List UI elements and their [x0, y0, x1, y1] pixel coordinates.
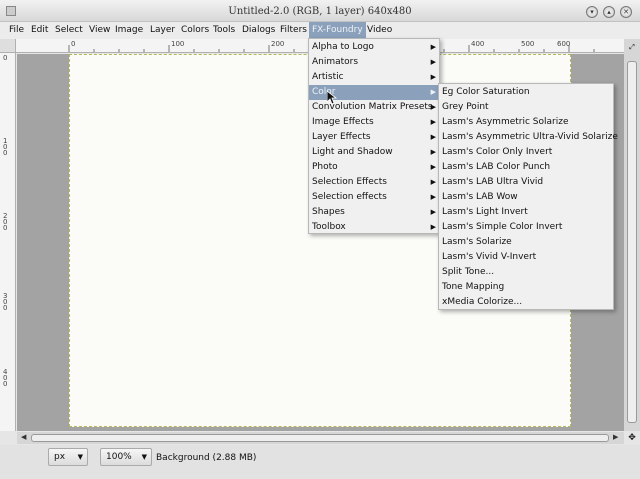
menu-layer[interactable]: Layer — [150, 25, 175, 35]
horizontal-scrollbar[interactable]: ◀ ▶ — [17, 432, 624, 444]
ruler-label-200: 200 — [271, 40, 285, 48]
mouse-pointer-icon — [327, 91, 337, 105]
menu-item-shapes[interactable]: Shapes ▶ — [309, 205, 439, 220]
zoom-value: 100% — [106, 452, 132, 462]
menu-video[interactable]: Video — [367, 25, 392, 35]
menu-item-photo[interactable]: Photo ▶ — [309, 160, 439, 175]
ruler-label-400: 400 — [471, 40, 485, 48]
submenu-arrow-icon: ▶ — [430, 163, 436, 171]
navigate-icon[interactable]: ✥ — [626, 433, 638, 443]
submenu-arrow-icon: ▶ — [430, 103, 436, 111]
menu-item-xmedia-colorize[interactable]: xMedia Colorize... — [439, 295, 613, 310]
menu-item-asymmetric-ultra-vivid-solarize[interactable]: Lasm's Asymmetric Ultra-Vivid Solarize — [439, 130, 618, 145]
window-title: Untitled-2.0 (RGB, 1 layer) 640x480 — [228, 6, 412, 17]
horizontal-scrollbar-thumb[interactable] — [31, 434, 609, 442]
submenu-arrow-icon: ▶ — [430, 43, 436, 51]
submenu-arrow-icon: ▶ — [430, 208, 436, 216]
ruler-v-label-400: 400 — [3, 368, 8, 388]
submenu-arrow-icon: ▶ — [430, 193, 436, 201]
close-button[interactable]: ✕ — [620, 6, 632, 18]
menu-item-selection-effects[interactable]: Selection Effects ▶ — [309, 175, 439, 190]
menu-fx-foundry[interactable]: FX-Foundry — [309, 22, 366, 39]
chevron-down-icon: ▼ — [141, 453, 147, 461]
menu-item-asymmetric-solarize[interactable]: Lasm's Asymmetric Solarize — [439, 115, 613, 130]
menu-file[interactable]: File — [9, 25, 24, 35]
ruler-v-label-300: 300 — [3, 292, 8, 312]
ruler-v-label-0: 0 — [3, 54, 8, 62]
minimize-button[interactable]: ▾ — [586, 6, 598, 18]
menu-tools[interactable]: Tools — [213, 25, 235, 35]
menu-item-simple-color-invert[interactable]: Lasm's Simple Color Invert — [439, 220, 613, 235]
title-bar: Untitled-2.0 (RGB, 1 layer) 640x480 ▾ ▴ … — [0, 0, 640, 22]
zoom-selector[interactable]: 100% ▼ — [100, 448, 152, 466]
menu-bar: File Edit Select View Image Layer Colors… — [0, 22, 640, 39]
vertical-scrollbar-thumb[interactable] — [627, 61, 637, 423]
status-bar: px ▼ 100% ▼ Background (2.88 MB) — [0, 445, 640, 479]
vertical-ruler[interactable]: 0 100 200 300 400 — [0, 53, 16, 431]
menu-item-layer-effects[interactable]: Layer Effects ▶ — [309, 130, 439, 145]
layer-info: Background (2.88 MB) — [156, 453, 257, 463]
unit-selector[interactable]: px ▼ — [48, 448, 88, 466]
menu-item-lab-color-punch[interactable]: Lasm's LAB Color Punch — [439, 160, 613, 175]
menu-dialogs[interactable]: Dialogs — [242, 25, 275, 35]
unit-value: px — [54, 452, 66, 462]
menu-item-tone-mapping[interactable]: Tone Mapping — [439, 280, 613, 295]
ruler-v-label-200: 200 — [3, 212, 8, 232]
submenu-arrow-icon: ▶ — [430, 133, 436, 141]
menu-item-selection-effects-2[interactable]: Selection effects ▶ — [309, 190, 439, 205]
submenu-arrow-icon: ▶ — [430, 118, 436, 126]
menu-item-vivid-v-invert[interactable]: Lasm's Vivid V-Invert — [439, 250, 613, 265]
menu-select[interactable]: Select — [55, 25, 83, 35]
ruler-corner[interactable] — [0, 39, 16, 53]
ruler-label-500: 500 — [521, 40, 535, 48]
menu-item-animators[interactable]: Animators ▶ — [309, 55, 439, 70]
menu-image[interactable]: Image — [115, 25, 143, 35]
color-submenu: Eg Color Saturation Grey Point Lasm's As… — [438, 83, 618, 310]
menu-edit[interactable]: Edit — [31, 25, 48, 35]
menu-item-light-invert[interactable]: Lasm's Light Invert — [439, 205, 613, 220]
menu-item-solarize[interactable]: Lasm's Solarize — [439, 235, 613, 250]
fx-foundry-menu: Alpha to Logo ▶ Animators ▶ Artistic ▶ Colo… — [308, 38, 440, 234]
menu-item-image-effects[interactable]: Image Effects ▶ — [309, 115, 439, 130]
scroll-left-arrow-icon[interactable]: ◀ — [21, 433, 26, 441]
submenu-arrow-icon: ▶ — [430, 88, 436, 96]
submenu-arrow-icon: ▶ — [430, 178, 436, 186]
menu-item-color-only-invert[interactable]: Lasm's Color Only Invert — [439, 145, 613, 160]
menu-item-lab-wow[interactable]: Lasm's LAB Wow — [439, 190, 613, 205]
chevron-down-icon: ▼ — [77, 453, 83, 461]
maximize-button[interactable]: ▴ — [603, 6, 615, 18]
menu-item-light-and-shadow[interactable]: Light and Shadow ▶ — [309, 145, 439, 160]
ruler-label-600: 600 — [557, 40, 571, 48]
menu-filters[interactable]: Filters — [280, 25, 307, 35]
vertical-scrollbar[interactable] — [624, 39, 640, 431]
zoom-to-fit-button[interactable]: ⤢ — [626, 43, 638, 53]
submenu-arrow-icon: ▶ — [430, 223, 436, 231]
menu-item-lab-ultra-vivid[interactable]: Lasm's LAB Ultra Vivid — [439, 175, 613, 190]
menu-item-grey-point[interactable]: Grey Point — [439, 100, 613, 115]
menu-item-split-tone[interactable]: Split Tone... — [439, 265, 613, 280]
submenu-arrow-icon: ▶ — [430, 58, 436, 66]
menu-item-artistic[interactable]: Artistic ▶ — [309, 70, 439, 85]
menu-item-eg-color-saturation[interactable]: Eg Color Saturation — [439, 85, 613, 100]
menu-colors[interactable]: Colors — [181, 25, 209, 35]
submenu-arrow-icon: ▶ — [430, 73, 436, 81]
submenu-arrow-icon: ▶ — [430, 148, 436, 156]
ruler-label-100: 100 — [171, 40, 185, 48]
menu-view[interactable]: View — [89, 25, 110, 35]
menu-item-alpha-to-logo[interactable]: Alpha to Logo ▶ — [309, 40, 439, 55]
scroll-right-arrow-icon[interactable]: ▶ — [613, 433, 618, 441]
ruler-label-0: 0 — [71, 40, 76, 48]
ruler-v-label-100: 100 — [3, 137, 8, 157]
menu-item-toolbox[interactable]: Toolbox ▶ — [309, 220, 439, 235]
